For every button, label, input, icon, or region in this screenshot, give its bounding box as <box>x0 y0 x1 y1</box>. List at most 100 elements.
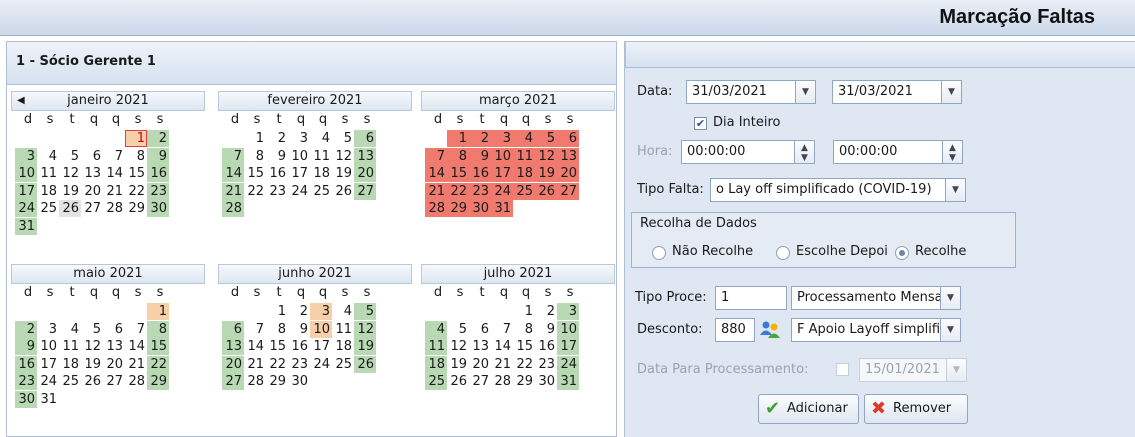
calendar-day[interactable]: 16 <box>469 165 491 182</box>
calendar-day[interactable]: 7 <box>103 148 125 165</box>
calendar-day[interactable]: 19 <box>81 356 103 373</box>
calendar-day[interactable]: 14 <box>425 165 447 182</box>
calendar-day[interactable]: 29 <box>147 373 169 390</box>
calendar-day[interactable]: 11 <box>37 165 59 182</box>
calendar-day[interactable]: 22 <box>147 355 169 373</box>
calendar-day[interactable]: 20 <box>354 165 376 182</box>
hora-from-field[interactable]: 00:00:00 <box>681 140 795 164</box>
calendar-day[interactable]: 20 <box>103 356 125 373</box>
calendar-day[interactable]: 10 <box>557 320 579 338</box>
calendar-day[interactable]: 24 <box>37 373 59 390</box>
calendar-day[interactable]: 16 <box>535 338 557 355</box>
calendar-day[interactable]: 11 <box>310 148 332 165</box>
radio-nao-recolhe[interactable] <box>652 246 666 260</box>
hora-to-spinner[interactable]: ▲ ▼ <box>943 140 963 164</box>
calendar-day[interactable]: 28 <box>222 200 244 217</box>
calendar-day[interactable]: 16 <box>147 165 169 182</box>
calendar-day[interactable]: 28 <box>244 373 266 390</box>
calendar-day[interactable]: 3 <box>310 303 332 320</box>
calendar-day[interactable]: 26 <box>354 355 376 373</box>
calendar-day[interactable]: 16 <box>15 355 37 373</box>
calendar-day[interactable]: 2 <box>15 320 37 338</box>
calendar-day[interactable]: 1 <box>147 303 169 320</box>
calendar-day[interactable]: 25 <box>37 200 59 217</box>
date-from-dropdown[interactable]: ▼ <box>796 80 816 104</box>
hora-from-spinner[interactable]: ▲ ▼ <box>795 140 815 164</box>
calendar-day[interactable]: 25 <box>332 356 354 373</box>
calendar-day[interactable]: 19 <box>447 356 469 373</box>
hora-to-field[interactable]: 00:00:00 <box>833 140 943 164</box>
data-processamento-field[interactable]: 15/01/2021 <box>859 358 947 382</box>
calendar-day[interactable]: 11 <box>425 338 447 355</box>
calendar-day[interactable]: 17 <box>491 165 513 182</box>
calendar-day[interactable]: 4 <box>59 321 81 338</box>
calendar-day[interactable]: 9 <box>147 147 169 165</box>
calendar-day[interactable]: 15 <box>447 165 469 182</box>
calendar-day[interactable]: 15 <box>244 165 266 182</box>
calendar-day[interactable]: 28 <box>425 200 447 217</box>
calendar-day[interactable]: 8 <box>244 148 266 165</box>
calendar-day[interactable]: 20 <box>81 183 103 200</box>
calendar-day[interactable]: 13 <box>222 338 244 355</box>
calendar-day[interactable]: 26 <box>447 373 469 390</box>
data-processamento-dropdown[interactable]: ▼ <box>947 358 967 382</box>
tipo-falta-dropdown[interactable]: ▼ <box>946 178 966 202</box>
prev-month-arrow-icon[interactable]: ◀ <box>17 92 25 110</box>
calendar-day[interactable]: 2 <box>147 130 169 147</box>
calendar-day[interactable]: 3 <box>288 130 310 147</box>
calendar-day[interactable]: 10 <box>491 147 513 165</box>
calendar-day[interactable]: 26 <box>332 183 354 200</box>
calendar-day[interactable]: 9 <box>266 148 288 165</box>
tipo-proce-code-field[interactable]: 1 <box>715 286 787 310</box>
calendar-day[interactable]: 30 <box>469 200 491 217</box>
calendar-day[interactable]: 23 <box>535 356 557 373</box>
calendar-day[interactable]: 22 <box>244 183 266 200</box>
desconto-code-field[interactable]: 880 <box>715 318 755 342</box>
calendar-day[interactable]: 17 <box>288 165 310 182</box>
calendar-day[interactable]: 8 <box>447 147 469 165</box>
calendar-day[interactable]: 7 <box>125 321 147 338</box>
calendar-day[interactable]: 3 <box>491 130 513 147</box>
calendar-day[interactable]: 1 <box>244 130 266 147</box>
tipo-proce-dropdown[interactable]: ▼ <box>941 286 961 310</box>
calendar-day[interactable]: 7 <box>491 321 513 338</box>
calendar-day[interactable]: 30 <box>288 373 310 390</box>
calendar-day[interactable]: 2 <box>469 130 491 147</box>
calendar-day[interactable]: 31 <box>37 391 59 408</box>
calendar-day[interactable]: 18 <box>425 355 447 373</box>
calendar-day[interactable]: 18 <box>513 165 535 182</box>
calendar-day[interactable]: 24 <box>310 356 332 373</box>
calendar-day[interactable]: 11 <box>59 338 81 355</box>
calendar-day[interactable]: 13 <box>81 165 103 182</box>
calendar-day[interactable]: 24 <box>288 183 310 200</box>
calendar-day[interactable]: 28 <box>125 373 147 390</box>
calendar-day[interactable]: 29 <box>513 373 535 390</box>
calendar-day[interactable]: 10 <box>288 148 310 165</box>
calendar-day[interactable]: 6 <box>81 148 103 165</box>
calendar-day[interactable]: 9 <box>469 147 491 165</box>
calendar-day[interactable]: 17 <box>15 182 37 200</box>
calendar-day[interactable]: 21 <box>244 356 266 373</box>
calendar-day[interactable]: 4 <box>332 303 354 320</box>
calendar-day[interactable]: 25 <box>425 373 447 390</box>
calendar-day[interactable]: 31 <box>491 200 513 217</box>
calendar-day[interactable]: 17 <box>557 338 579 355</box>
calendar-day[interactable]: 29 <box>266 373 288 390</box>
calendar-day[interactable]: 27 <box>354 182 376 200</box>
calendar-day[interactable]: 14 <box>244 338 266 355</box>
calendar-day[interactable]: 19 <box>59 183 81 200</box>
calendar-day[interactable]: 3 <box>37 321 59 338</box>
radio-escolhe-depois[interactable] <box>776 246 790 260</box>
calendar-day[interactable]: 20 <box>469 356 491 373</box>
calendar-day[interactable]: 16 <box>266 165 288 182</box>
calendar-day[interactable]: 21 <box>491 356 513 373</box>
calendar-day[interactable]: 25 <box>59 373 81 390</box>
calendar-day[interactable]: 13 <box>469 338 491 355</box>
calendar-day[interactable]: 15 <box>266 338 288 355</box>
calendar-day[interactable]: 20 <box>557 165 579 182</box>
calendar-day[interactable]: 15 <box>147 338 169 355</box>
calendar-day[interactable]: 3 <box>15 147 37 165</box>
calendar-day[interactable]: 5 <box>81 321 103 338</box>
calendar-day[interactable]: 26 <box>59 200 81 217</box>
calendar-day[interactable]: 2 <box>266 130 288 147</box>
